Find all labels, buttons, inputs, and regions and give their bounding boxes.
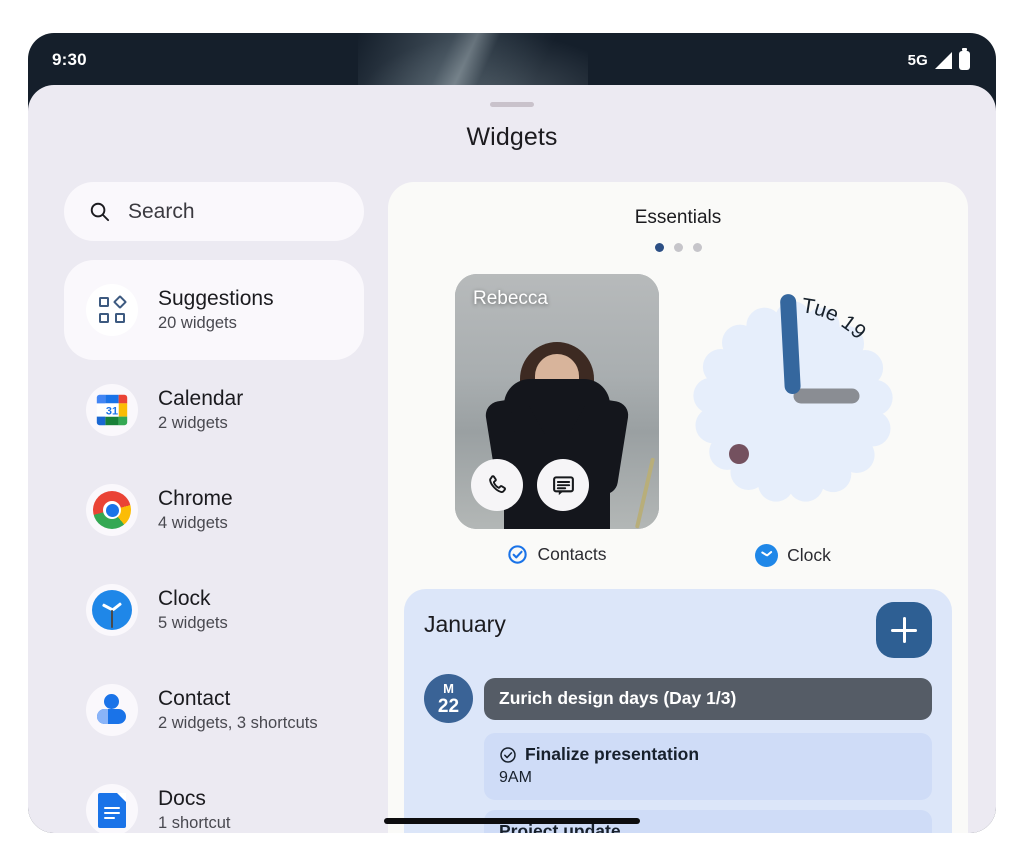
sidebar-item-text: Contact 2 widgets, 3 shortcuts: [158, 687, 318, 733]
sidebar-item-text: Calendar 2 widgets: [158, 387, 243, 433]
drag-handle[interactable]: [490, 102, 534, 107]
add-event-button[interactable]: [876, 602, 932, 658]
page-title: Widgets: [28, 123, 996, 152]
network-type-label: 5G: [908, 52, 928, 69]
sidebar-item-label: Docs: [158, 787, 230, 811]
app-list: Suggestions 20 widgets: [64, 260, 364, 833]
google-docs-icon: [98, 793, 126, 828]
send-message-button[interactable]: [537, 459, 589, 511]
status-time: 9:30: [52, 50, 87, 70]
widget-row: Rebecca: [388, 274, 968, 567]
battery-full-icon: [959, 51, 970, 70]
svg-text:Tue 19: Tue 19: [800, 294, 870, 344]
pager-dot[interactable]: [674, 243, 683, 252]
calendar-widget-preview[interactable]: January M 22 Zurich design days (Day 1/3…: [404, 589, 952, 833]
pager-dot[interactable]: [655, 243, 664, 252]
calendar-date-chip: M 22: [424, 674, 473, 723]
sidebar-item-sublabel: 1 shortcut: [158, 814, 230, 833]
contact-icon-wrap: [86, 684, 138, 736]
sidebar-item-sublabel: 5 widgets: [158, 614, 228, 633]
search-input[interactable]: Search: [64, 182, 364, 241]
docs-icon-wrap: [86, 784, 138, 833]
check-circle-icon: [499, 746, 517, 764]
panel-section-title: Essentials: [388, 207, 968, 229]
sidebar-item-calendar[interactable]: 31 Calendar 2 widgets: [64, 360, 364, 460]
phone-call-button[interactable]: [471, 459, 523, 511]
sidebar-item-clock[interactable]: Clock 5 widgets: [64, 560, 364, 660]
sidebar-item-sublabel: 20 widgets: [158, 314, 274, 333]
calendar-event-title: Finalize presentation: [525, 744, 699, 765]
calendar-day-number: 31: [106, 405, 118, 417]
sidebar-item-suggestions[interactable]: Suggestions 20 widgets: [64, 260, 364, 360]
widget-card-clock[interactable]: Tue 19 Clock: [685, 274, 901, 567]
pager-dot[interactable]: [693, 243, 702, 252]
contacts-badge-icon: [507, 544, 528, 565]
sidebar-item-label: Clock: [158, 587, 228, 611]
widget-card-contacts[interactable]: Rebecca: [455, 274, 659, 567]
calendar-event-time: 9AM: [499, 769, 917, 787]
contact-person-icon: [95, 693, 129, 727]
clock-date-arc: Tue 19: [685, 274, 901, 529]
search-placeholder: Search: [128, 200, 195, 224]
widget-label-contacts: Contacts: [507, 544, 606, 565]
status-indicators: 5G: [908, 51, 970, 70]
phone-icon: [485, 473, 509, 497]
sidebar-item-sublabel: 2 widgets: [158, 414, 243, 433]
contact-widget-preview[interactable]: Rebecca: [455, 274, 659, 529]
widget-label-text: Contacts: [537, 544, 606, 565]
sidebar-item-text: Chrome 4 widgets: [158, 487, 233, 533]
chrome-icon: [93, 491, 131, 529]
sidebar: Search Suggestions 20 widgets: [64, 182, 364, 833]
search-icon: [88, 200, 111, 223]
calendar-header: January: [424, 611, 932, 658]
widget-label-clock: Clock: [755, 544, 831, 567]
sidebar-item-text: Suggestions 20 widgets: [158, 287, 274, 333]
signal-bars-icon: [935, 52, 952, 69]
sidebar-item-sublabel: 4 widgets: [158, 514, 233, 533]
sidebar-item-label: Suggestions: [158, 287, 274, 311]
calendar-icon-wrap: 31: [86, 384, 138, 436]
pager-dots[interactable]: [388, 243, 968, 252]
sidebar-item-text: Clock 5 widgets: [158, 587, 228, 633]
calendar-month-label: January: [424, 611, 506, 638]
sidebar-item-sublabel: 2 widgets, 3 shortcuts: [158, 714, 318, 733]
sidebar-item-label: Contact: [158, 687, 318, 711]
plus-icon: [891, 617, 917, 643]
suggestions-icon-wrap: [86, 284, 138, 336]
calendar-day: 22: [438, 697, 459, 716]
status-bar: 9:30 5G: [28, 33, 996, 87]
home-gesture-pill[interactable]: [384, 818, 640, 824]
calendar-event-title-row: Finalize presentation: [499, 744, 917, 765]
device-frame: 9:30 5G Widgets Search: [28, 33, 996, 833]
clock-icon: [92, 590, 132, 630]
sidebar-item-contact[interactable]: Contact 2 widgets, 3 shortcuts: [64, 660, 364, 760]
google-calendar-icon: 31: [93, 391, 131, 429]
clock-date-text: Tue 19: [800, 294, 870, 344]
chrome-icon-wrap: [86, 484, 138, 536]
widget-label-text: Clock: [787, 545, 831, 566]
widgets-sheet: Widgets Search: [28, 85, 996, 833]
widget-preview-panel: Essentials: [388, 182, 968, 833]
suggestions-grid-icon: [99, 297, 125, 323]
clock-badge-icon: [755, 544, 778, 567]
clock-widget-preview[interactable]: Tue 19: [685, 274, 901, 529]
sidebar-item-chrome[interactable]: Chrome 4 widgets: [64, 460, 364, 560]
calendar-event-row[interactable]: Finalize presentation 9AM: [484, 733, 932, 800]
contact-name-label: Rebecca: [473, 288, 548, 310]
sidebar-item-label: Chrome: [158, 487, 233, 511]
clock-icon-wrap: [86, 584, 138, 636]
message-icon: [551, 473, 576, 498]
contact-actions: [471, 459, 589, 511]
sidebar-item-text: Docs 1 shortcut: [158, 787, 230, 833]
calendar-allday-event[interactable]: Zurich design days (Day 1/3): [484, 678, 932, 720]
sidebar-item-label: Calendar: [158, 387, 243, 411]
sheet-body: Search Suggestions 20 widgets: [28, 182, 996, 833]
calendar-weekday: M: [443, 682, 454, 695]
sidebar-item-docs[interactable]: Docs 1 shortcut: [64, 760, 364, 833]
calendar-allday-row[interactable]: M 22 Zurich design days (Day 1/3): [424, 674, 932, 723]
